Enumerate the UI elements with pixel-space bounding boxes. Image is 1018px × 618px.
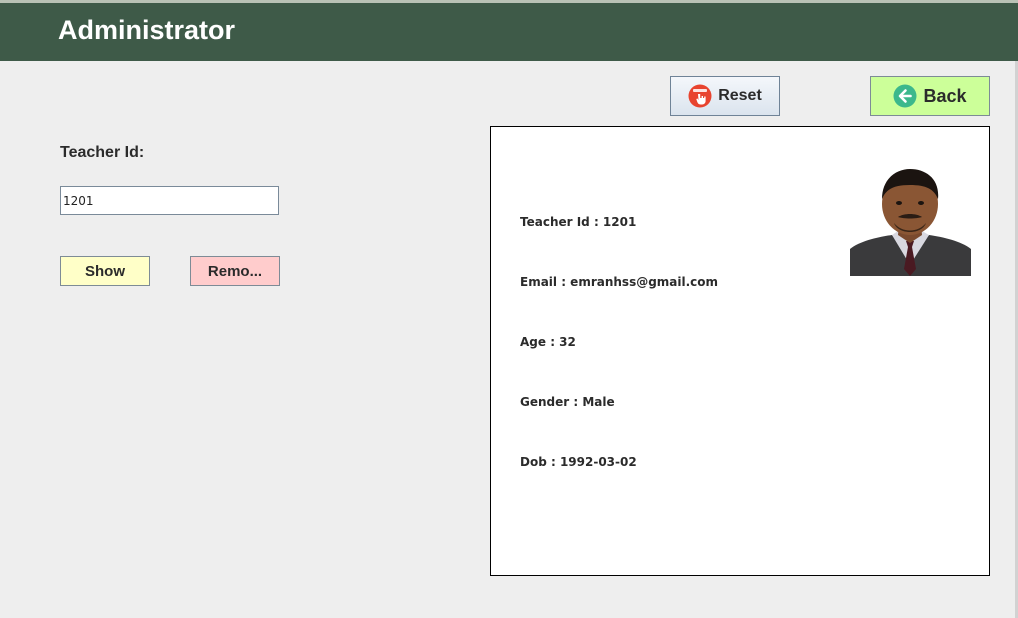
reset-button[interactable]: Reset	[670, 76, 780, 116]
back-label: Back	[923, 85, 967, 106]
reset-hand-icon	[688, 84, 712, 108]
detail-dob: Dob : 1992-03-02	[520, 455, 637, 469]
teacher-details-panel: Teacher Id : 1201 Email : emranhss@gmail…	[490, 126, 990, 576]
detail-gender: Gender : Male	[520, 395, 615, 409]
teacher-id-input[interactable]	[60, 186, 279, 215]
detail-teacher-id: Teacher Id : 1201	[520, 215, 637, 229]
page-title: Administrator	[58, 15, 236, 45]
remove-button[interactable]: Remo...	[190, 256, 280, 286]
teacher-id-label: Teacher Id:	[60, 144, 145, 161]
reset-label: Reset	[718, 87, 762, 104]
header-bar: Administrator	[0, 3, 1018, 61]
back-button[interactable]: Back	[870, 76, 990, 116]
arrow-left-circle-icon	[893, 84, 917, 108]
detail-age: Age : 32	[520, 335, 576, 349]
show-button[interactable]: Show	[60, 256, 150, 286]
detail-email: Email : emranhss@gmail.com	[520, 275, 719, 289]
teacher-photo	[850, 165, 971, 276]
